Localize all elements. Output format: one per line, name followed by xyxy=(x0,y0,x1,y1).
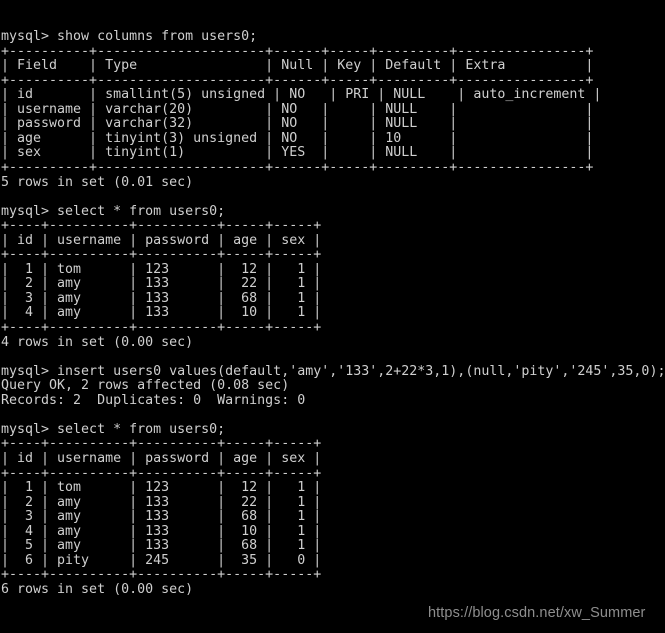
output-line: | Field | Type | Null | Key | Default | … xyxy=(1,58,594,74)
terminal-window[interactable]: mysql> show columns from users0; +-------… xyxy=(0,0,665,633)
output-line: | 4 | amy | 133 | 10 | 1 | xyxy=(1,523,322,539)
output-line: +----+----------+----------+-----+-----+ xyxy=(1,465,322,481)
output-line: 4 rows in set (0.00 sec) xyxy=(1,334,194,350)
output-line: +----+----------+----------+-----+-----+ xyxy=(1,247,322,263)
output-line: +----------+---------------------+------… xyxy=(1,72,594,88)
output-line: | 6 | pity | 245 | 35 | 0 | xyxy=(1,552,322,568)
command-line: mysql> select * from users0; xyxy=(1,421,226,437)
output-line: | 2 | amy | 133 | 22 | 1 | xyxy=(1,276,322,292)
output-line: +----+----------+----------+-----+-----+ xyxy=(1,320,322,336)
output-line: +----------+---------------------+------… xyxy=(1,160,594,176)
output-line: | 5 | amy | 133 | 68 | 1 | xyxy=(1,538,322,554)
output-line: | id | smallint(5) unsigned | NO | PRI |… xyxy=(1,87,602,103)
output-line: | sex | tinyint(1) | YES | | NULL | | xyxy=(1,145,594,161)
output-line: | 3 | amy | 133 | 68 | 1 | xyxy=(1,509,322,525)
output-line: 6 rows in set (0.00 sec) xyxy=(1,581,194,597)
output-line: Records: 2 Duplicates: 0 Warnings: 0 xyxy=(1,392,306,408)
output-line: +----+----------+----------+-----+-----+ xyxy=(1,567,322,583)
output-line: | 1 | tom | 123 | 12 | 1 | xyxy=(1,261,322,277)
output-line: +----------+---------------------+------… xyxy=(1,43,594,59)
output-line: | age | tinyint(3) unsigned | NO | | 10 … xyxy=(1,130,594,146)
output-line: | username | varchar(20) | NO | | NULL |… xyxy=(1,101,594,117)
output-line: +----+----------+----------+-----+-----+ xyxy=(1,218,322,234)
console-output: mysql> show columns from users0; +-------… xyxy=(1,30,665,597)
command-line: mysql> show columns from users0; xyxy=(1,29,258,45)
command-line: mysql> insert users0 values(default,'amy… xyxy=(1,363,665,379)
output-line: | id | username | password | age | sex | xyxy=(1,450,322,466)
output-line: 5 rows in set (0.01 sec) xyxy=(1,174,194,190)
output-line: +----+----------+----------+-----+-----+ xyxy=(1,436,322,452)
watermark-text: https://blog.csdn.net/xw_Summer xyxy=(428,605,646,621)
output-line: | 4 | amy | 133 | 10 | 1 | xyxy=(1,305,322,321)
output-line: | 1 | tom | 123 | 12 | 1 | xyxy=(1,480,322,496)
output-line: | 3 | amy | 133 | 68 | 1 | xyxy=(1,290,322,306)
output-line: | id | username | password | age | sex | xyxy=(1,232,322,248)
output-line: Query OK, 2 rows affected (0.08 sec) xyxy=(1,378,290,394)
command-line: mysql> select * from users0; xyxy=(1,203,226,219)
output-line: | password | varchar(32) | NO | | NULL |… xyxy=(1,116,594,132)
output-line: | 2 | amy | 133 | 22 | 1 | xyxy=(1,494,322,510)
